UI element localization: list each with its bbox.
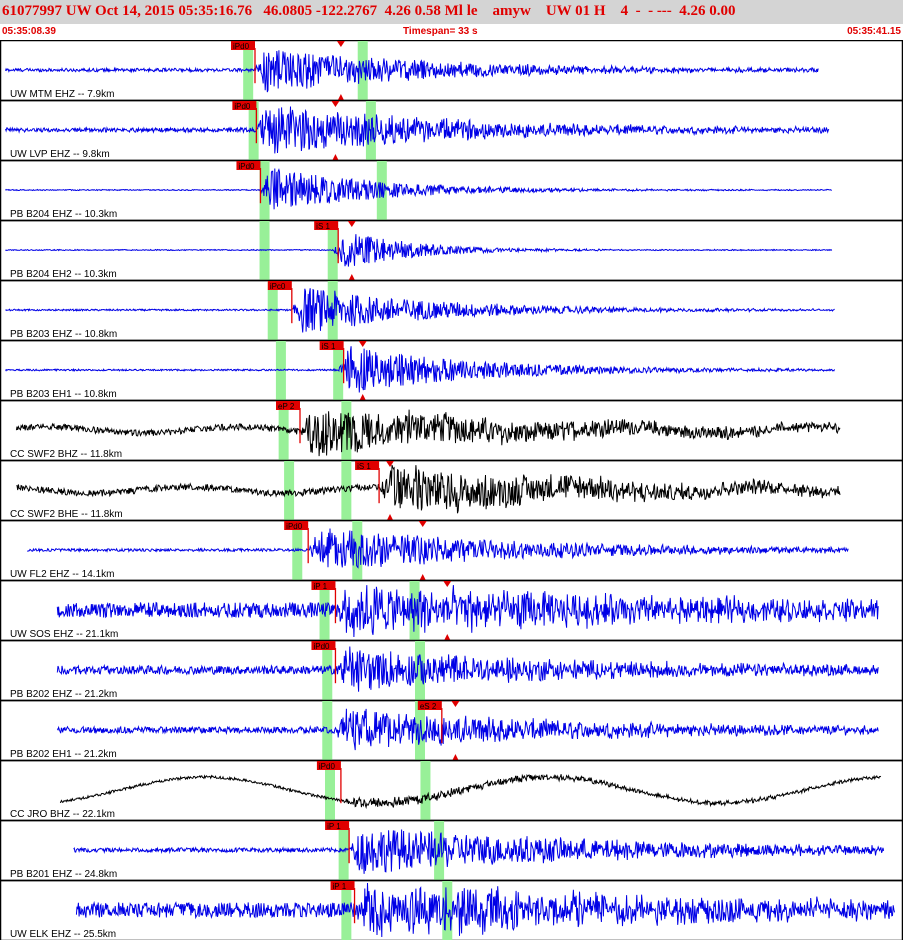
phase-pick-label: iPd0 [286,522,303,531]
phase-pick-label: iPd0 [319,762,336,771]
channel-label: PB B202 EH1 -- 21.2km [10,749,117,760]
channel-panel[interactable]: eP 2 CC SWF2 BHZ -- 11.8km [0,399,903,462]
channel-panel[interactable]: iPd0 CC JRO BHZ -- 22.1km [0,759,903,822]
panel-frame [0,699,903,762]
predicted-arrival-marker [337,94,344,100]
phase-pick-label: iS 1 [322,342,336,351]
phase-pick-label: iPd0 [313,642,330,651]
pick-window-band [420,761,431,820]
predicted-arrival-marker [359,394,366,400]
channel-panel[interactable]: iPd0 UW LVP EHZ -- 9.8km [0,99,903,162]
phase-pick-label: iS 1 [316,222,330,231]
waveform-trace [15,409,841,457]
predicted-arrival-marker [332,154,339,160]
channel-panel[interactable]: iPc0 PB B203 EHZ -- 10.8km [0,279,903,342]
waveform-trace [56,646,879,692]
channel-label: UW ELK EHZ -- 25.5km [10,929,116,940]
predicted-arrival-marker [347,221,356,227]
channel-panel[interactable]: iPd0 PB B202 EHZ -- 21.2km [0,639,903,702]
event-summary-title: 61077997 UW Oct 14, 2015 05:35:16.76 46.… [2,3,736,19]
predicted-arrival-marker [418,521,427,527]
channel-label: CC SWF2 BHE -- 11.8km [10,509,123,520]
waveform-trace [5,234,833,267]
waveform-trace [56,708,879,751]
predicted-arrival-marker [443,581,452,587]
start-time-label: 05:35:08.39 [2,26,56,37]
phase-pick-label: iP 1 [313,582,327,591]
channel-label: PB B204 EH2 -- 10.3km [10,269,117,280]
channel-panel[interactable]: iP 1 UW ELK EHZ -- 25.5km [0,879,903,940]
phase-pick-label: eS 2 [420,702,437,711]
channel-label: CC SWF2 BHZ -- 11.8km [10,449,122,460]
time-axis-bar: 05:35:08.39 Timespan= 33 s 05:35:41.15 [0,24,903,41]
waveform-trace [27,528,849,569]
phase-pick-label: iPc0 [270,282,286,291]
channel-panel[interactable]: iS 1 PB B203 EH1 -- 10.8km [0,339,903,402]
channel-panel[interactable]: iPd0 PB B204 EHZ -- 10.3km [0,159,903,222]
predicted-arrival-marker [331,101,340,107]
phase-pick-label: eP 2 [278,402,295,411]
channel-label: UW FL2 EHZ -- 14.1km [10,569,114,580]
pick-window-band [275,341,286,400]
waveform-trace [59,773,882,810]
phase-pick-label: iPd0 [238,162,255,171]
waveform-trace [56,585,879,638]
channel-label: UW SOS EHZ -- 21.1km [10,629,118,640]
phase-pick-label: iS 1 [357,462,371,471]
waveform-trace [5,168,833,210]
phase-pick-label: iPd0 [233,42,250,51]
predicted-arrival-marker [451,701,460,707]
waveform-trace [5,50,819,93]
waveform-trace [5,288,835,333]
waveform-trace [16,464,841,514]
phase-pick-label: iP 1 [333,882,347,891]
channel-panel[interactable]: iP 1 PB B201 EHZ -- 24.8km [0,819,903,882]
channel-panel[interactable]: eS 2 PB B202 EH1 -- 21.2km [0,699,903,762]
phase-pick-label: iP 1 [327,822,341,831]
predicted-arrival-marker [387,514,393,520]
waveform-trace [5,106,830,154]
channel-label: UW LVP EHZ -- 9.8km [10,149,110,160]
predicted-arrival-marker [348,274,355,280]
predicted-arrival-marker [452,754,459,760]
channel-label: PB B203 EH1 -- 10.8km [10,389,117,400]
channel-label: PB B201 EHZ -- 24.8km [10,869,117,880]
channel-panel[interactable]: iPd0 UW FL2 EHZ -- 14.1km [0,519,903,582]
channel-label: PB B204 EHZ -- 10.3km [10,209,117,220]
waveform-trace [5,346,835,393]
timespan-label: Timespan= 33 s [403,26,478,37]
channel-label: CC JRO BHZ -- 22.1km [10,809,115,820]
waveform-trace [73,829,885,874]
channel-panel[interactable]: iPd0 UW MTM EHZ -- 7.9km [0,40,903,102]
channel-label: UW MTM EHZ -- 7.9km [10,89,114,100]
phase-pick-label: iPd0 [234,102,251,111]
channel-panel[interactable]: iP 1 UW SOS EHZ -- 21.1km [0,579,903,642]
predicted-arrival-marker [336,41,345,47]
channel-panel[interactable]: iS 1 PB B204 EH2 -- 10.3km [0,219,903,282]
end-time-label: 05:35:41.15 [847,26,901,37]
seismogram-panels[interactable]: iPd0 UW MTM EHZ -- 7.9km iPd0 UW LVP EHZ --… [0,40,903,940]
predicted-arrival-marker [444,634,451,640]
channel-label: PB B203 EHZ -- 10.8km [10,329,117,340]
event-header-bar: 61077997 UW Oct 14, 2015 05:35:16.76 46.… [0,0,903,24]
channel-panel[interactable]: iS 1 CC SWF2 BHE -- 11.8km [0,459,903,522]
waveform-trace [75,882,895,938]
channel-label: PB B202 EHZ -- 21.2km [10,689,117,700]
predicted-arrival-marker [419,574,426,580]
predicted-arrival-marker [358,341,367,347]
